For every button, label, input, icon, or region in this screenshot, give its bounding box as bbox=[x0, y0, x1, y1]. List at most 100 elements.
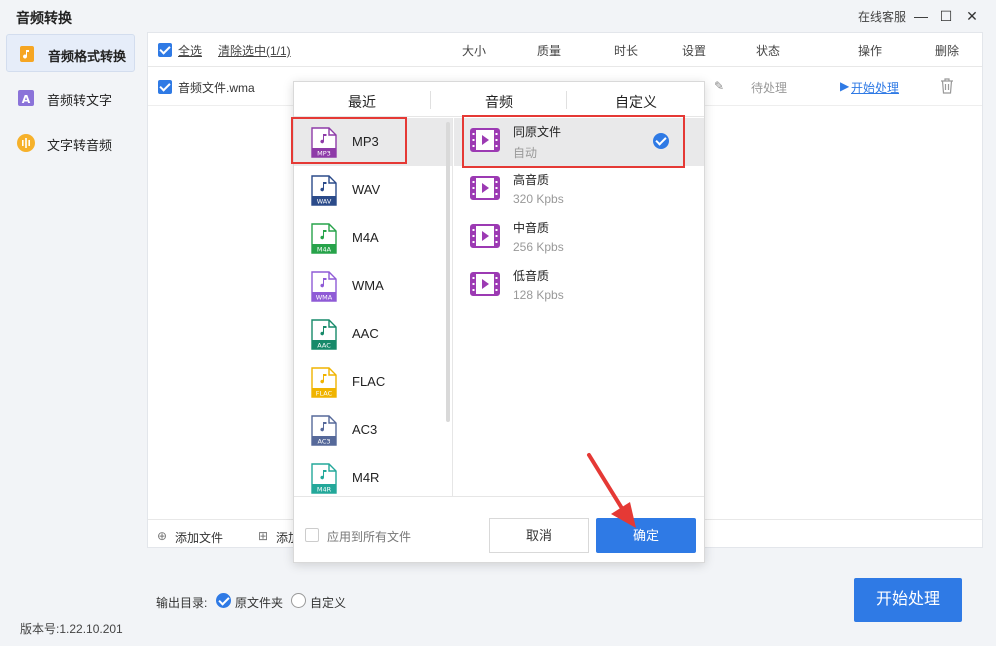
svg-text:AAC: AAC bbox=[317, 342, 331, 350]
column-size: 大小 bbox=[462, 44, 487, 58]
apply-all-checkbox[interactable] bbox=[305, 528, 319, 542]
radio-custom-label[interactable]: 自定义 bbox=[310, 594, 346, 611]
row-checkbox[interactable] bbox=[158, 80, 172, 94]
quality-bitrate: 320 Kpbs bbox=[513, 192, 564, 206]
highlight-original-quality-box bbox=[462, 115, 685, 168]
tab-recent[interactable]: 最近 bbox=[348, 92, 376, 112]
sidebar-item-label: 音频转文字 bbox=[47, 93, 113, 108]
apply-all-label[interactable]: 应用到所有文件 bbox=[327, 528, 411, 545]
quality-name: 高音质 bbox=[513, 173, 550, 187]
column-delete: 删除 bbox=[935, 44, 960, 58]
format-list-scrollbar[interactable] bbox=[446, 122, 450, 422]
sidebar-item-text-to-audio[interactable]: 文字转音频 bbox=[6, 124, 135, 162]
video-icon bbox=[470, 272, 500, 296]
title-bar: 音频转换 在线客服 — ☐ ✕ bbox=[0, 0, 996, 32]
version-label: 版本号:1.22.10.201 bbox=[20, 622, 123, 636]
svg-text:M4R: M4R bbox=[317, 486, 332, 494]
trash-icon[interactable] bbox=[939, 77, 955, 95]
format-item-flac[interactable]: FLAC FLAC bbox=[294, 358, 452, 406]
sidebar-item-label: 文字转音频 bbox=[47, 138, 113, 153]
radio-original-folder[interactable] bbox=[216, 593, 231, 608]
tab-audio[interactable]: 音频 bbox=[485, 92, 513, 112]
aac-file-icon: AAC bbox=[311, 319, 337, 350]
start-processing-link[interactable]: 开始处理 bbox=[851, 79, 899, 96]
edit-icon[interactable]: ✎ bbox=[714, 79, 724, 93]
video-icon bbox=[470, 224, 500, 248]
m4r-file-icon: M4R bbox=[311, 463, 337, 494]
sidebar: 音频格式转换 A 音频转文字 文字转音频 bbox=[0, 32, 140, 646]
radio-custom[interactable] bbox=[291, 593, 306, 608]
cancel-button[interactable]: 取消 bbox=[489, 518, 589, 553]
waveform-icon bbox=[17, 134, 35, 152]
minimize-icon[interactable]: — bbox=[911, 6, 931, 26]
column-duration: 时长 bbox=[614, 44, 639, 58]
select-all-link[interactable]: 全选 bbox=[178, 42, 202, 59]
sidebar-item-audio-to-text[interactable]: A 音频转文字 bbox=[6, 79, 135, 117]
table-header: 全选 清除选中(1/1) 大小 质量 时长 设置 状态 操作 删除 bbox=[148, 33, 982, 67]
quality-bitrate: 128 Kpbs bbox=[513, 288, 564, 302]
app-title: 音频转换 bbox=[16, 10, 72, 26]
wav-file-icon: WAV bbox=[311, 175, 337, 206]
format-label: FLAC bbox=[352, 374, 386, 389]
wma-file-icon: WMA bbox=[311, 271, 337, 302]
format-item-m4r[interactable]: M4R M4R bbox=[294, 454, 452, 496]
svg-text:WMA: WMA bbox=[316, 294, 333, 302]
add-folder-icon: ⊞ bbox=[258, 529, 269, 543]
column-settings: 设置 bbox=[682, 44, 707, 58]
format-item-wma[interactable]: WMA WMA bbox=[294, 262, 452, 310]
quality-name: 低音质 bbox=[513, 269, 550, 283]
quality-item[interactable]: 中音质 256 Kpbs bbox=[454, 214, 704, 262]
ac3-file-icon: AC3 bbox=[311, 415, 337, 446]
format-item-m4a[interactable]: M4A M4A bbox=[294, 214, 452, 262]
quality-name: 中音质 bbox=[513, 221, 550, 235]
column-quality: 质量 bbox=[537, 44, 562, 58]
m4a-file-icon: M4A bbox=[311, 223, 337, 254]
radio-original-folder-label[interactable]: 原文件夹 bbox=[235, 594, 283, 611]
format-item-ac3[interactable]: AC3 AC3 bbox=[294, 406, 452, 454]
svg-text:M4A: M4A bbox=[317, 246, 332, 254]
close-icon[interactable]: ✕ bbox=[962, 6, 982, 26]
add-circle-icon: ⊕ bbox=[157, 529, 168, 543]
column-status: 状态 bbox=[756, 44, 781, 58]
tab-divider bbox=[430, 91, 431, 109]
play-icon: ▶ bbox=[840, 79, 850, 93]
format-label: M4R bbox=[352, 470, 380, 485]
output-dir-label: 输出目录: bbox=[156, 596, 208, 610]
quality-item[interactable]: 低音质 128 Kpbs bbox=[454, 262, 704, 310]
start-processing-button[interactable]: 开始处理 bbox=[854, 578, 962, 622]
audio-file-icon bbox=[20, 46, 34, 62]
svg-text:AC3: AC3 bbox=[317, 438, 330, 446]
tab-divider bbox=[566, 91, 567, 109]
svg-text:A: A bbox=[22, 93, 31, 106]
tab-custom[interactable]: 自定义 bbox=[615, 92, 657, 112]
highlight-mp3-box bbox=[291, 117, 407, 164]
format-list: MP3 MP3 WAV WAV M4A M4A WMA WMA AAC AAC FLAC FLAC AC… bbox=[294, 118, 453, 496]
sidebar-item-audio-format[interactable]: 音频格式转换 bbox=[6, 34, 135, 72]
column-action: 操作 bbox=[858, 44, 883, 58]
format-item-wav[interactable]: WAV WAV bbox=[294, 166, 452, 214]
format-label: M4A bbox=[352, 230, 379, 245]
text-image-icon: A bbox=[18, 90, 34, 106]
quality-bitrate: 256 Kpbs bbox=[513, 240, 564, 254]
quality-item[interactable]: 高音质 320 Kpbs bbox=[454, 166, 704, 214]
sidebar-item-label: 音频格式转换 bbox=[48, 49, 127, 64]
add-file-button[interactable]: 添加文件 bbox=[175, 529, 223, 546]
maximize-icon[interactable]: ☐ bbox=[936, 6, 956, 26]
format-label: WMA bbox=[352, 278, 384, 293]
quality-list: 同原文件 自动 高音质 320 Kpbs 中音质 256 Kpbs 低音质 128 Kpbs bbox=[454, 118, 704, 496]
clear-selected-link[interactable]: 清除选中(1/1) bbox=[218, 42, 291, 59]
file-name: 音频文件.wma bbox=[178, 81, 255, 95]
format-label: AC3 bbox=[352, 422, 378, 437]
red-arrow-annotation bbox=[587, 453, 636, 528]
online-service-link[interactable]: 在线客服 bbox=[858, 8, 906, 25]
flac-file-icon: FLAC bbox=[311, 367, 337, 398]
format-label: AAC bbox=[352, 326, 379, 341]
svg-text:FLAC: FLAC bbox=[316, 390, 333, 398]
dialog-tabs: 最近 音频 自定义 bbox=[294, 82, 704, 117]
select-all-checkbox[interactable] bbox=[158, 43, 172, 57]
format-item-aac[interactable]: AAC AAC bbox=[294, 310, 452, 358]
svg-text:WAV: WAV bbox=[317, 198, 332, 206]
video-icon bbox=[470, 176, 500, 200]
row-status: 待处理 bbox=[751, 81, 788, 95]
format-label: WAV bbox=[352, 182, 381, 197]
